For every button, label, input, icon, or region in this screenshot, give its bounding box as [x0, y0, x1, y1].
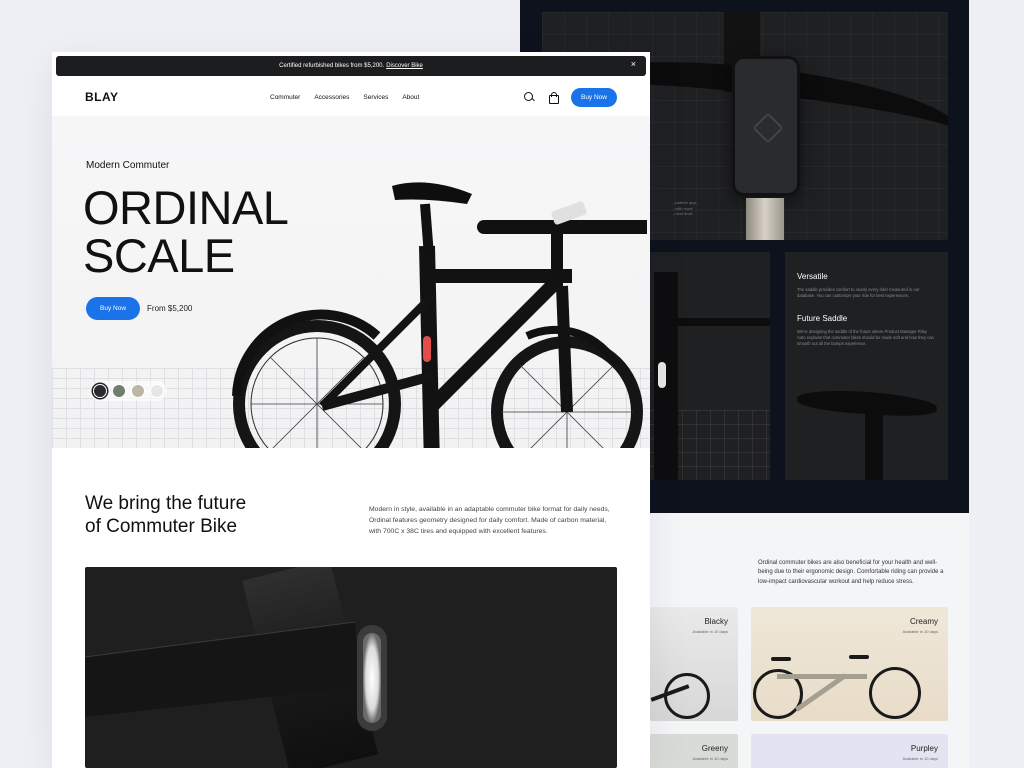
nav-buy-now-button[interactable]: Buy Now	[570, 87, 617, 107]
hero-section: Modern Commuter ORDINAL SCALE Buy Now Fr…	[52, 116, 650, 448]
discover-bike-link[interactable]: Discover Bike	[386, 63, 423, 69]
variant-name: Greeny	[701, 744, 728, 753]
saddle-feature-card: Versatile The saddle provides comfort to…	[785, 252, 948, 480]
variant-name: Purpley	[910, 744, 938, 753]
nav-actions: Buy Now	[523, 87, 617, 107]
feature-text-versatile: The saddle provides comfort to nearly ev…	[797, 287, 920, 299]
swatch-black[interactable]	[93, 384, 107, 398]
close-icon[interactable]: ×	[631, 59, 636, 69]
feature-title-versatile: Versatile	[797, 272, 828, 281]
search-icon[interactable]	[523, 91, 535, 103]
hero-cta: Buy Now From $5,200	[86, 297, 192, 320]
feature-title-future-saddle: Future Saddle	[797, 313, 848, 323]
hero-bike-image	[232, 182, 647, 448]
swatch-cream[interactable]	[131, 384, 145, 398]
hero-price: From $5,200	[147, 304, 193, 313]
saddle-image	[796, 387, 938, 419]
detail-side-text: ...partner app... ...with more ...next l…	[672, 200, 700, 217]
variant-availability: Available in 10 days	[902, 756, 938, 761]
variant-name: Blacky	[704, 617, 728, 626]
color-swatches	[90, 381, 167, 401]
mission-text: Modern in style, available in an adaptab…	[369, 506, 610, 535]
landing-page: Certified refurbished bikes from $5,200.…	[52, 52, 650, 768]
variant-availability: Available in 10 days	[692, 756, 728, 761]
swatch-green[interactable]	[112, 384, 126, 398]
swatch-light[interactable]	[150, 384, 164, 398]
variant-name: Creamy	[909, 617, 938, 626]
announcement-bar: Certified refurbished bikes from $5,200.…	[56, 56, 646, 76]
mission-title: We bring the future of Commuter Bike	[85, 493, 247, 537]
variant-availability: Available in 10 days	[902, 629, 938, 634]
nav-link-about[interactable]: About	[402, 94, 419, 101]
bag-icon[interactable]	[547, 91, 559, 104]
variant-availability: Available in 10 days	[692, 629, 728, 634]
feature-text-future-saddle: We're designing the saddle of the future…	[797, 328, 934, 347]
nav-links: Commuter Accessories Services About	[270, 94, 419, 101]
variant-card-creamy[interactable]: Creamy Available in 10 days	[751, 607, 948, 721]
frame-light-closeup-image	[85, 567, 617, 768]
top-nav: BLAY Commuter Accessories Services About…	[52, 80, 650, 114]
nav-link-commuter[interactable]: Commuter	[270, 94, 300, 101]
hero-buy-now-button[interactable]: Buy Now	[86, 297, 141, 320]
variant-card-blacky[interactable]: Blacky Available in 10 days	[650, 607, 738, 721]
hero-kicker: Modern Commuter	[86, 160, 170, 171]
brand-logo[interactable]: BLAY	[85, 90, 119, 104]
announcement-text: Certified refurbished bikes from $5,200.	[279, 63, 385, 69]
variant-card-purpley[interactable]: Purpley Available in 10 days	[751, 734, 948, 768]
nav-link-accessories[interactable]: Accessories	[314, 94, 349, 101]
nav-link-services[interactable]: Services	[363, 94, 388, 101]
variant-card-greeny[interactable]: Greeny Available in 10 days	[650, 734, 738, 768]
health-description: Ordinal commuter bikes are also benefici…	[758, 560, 944, 585]
phone-mount-image	[732, 56, 800, 196]
